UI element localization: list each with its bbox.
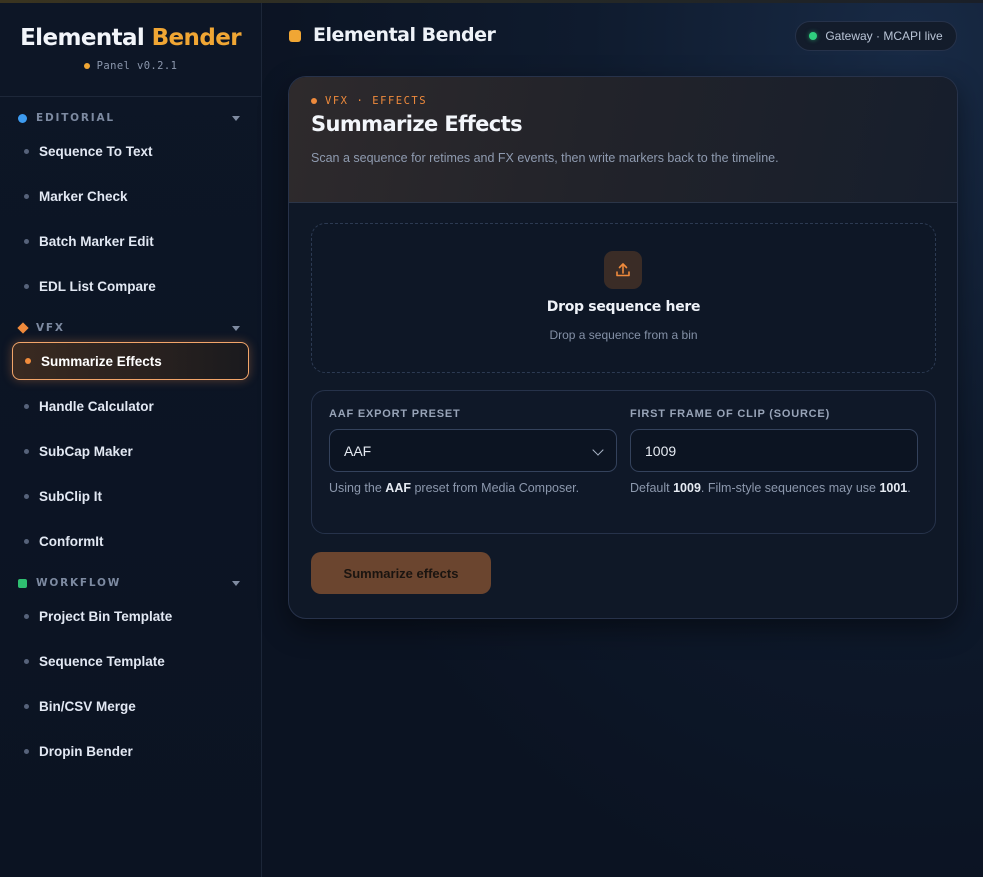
aaf-preset-value: AAF: [344, 442, 372, 459]
bullet-icon: [24, 403, 29, 409]
chevron-down-icon: [592, 444, 604, 456]
live-status-dot-icon: [809, 32, 818, 40]
chevron-down-icon[interactable]: [232, 580, 240, 586]
help-text: . Film-style sequences may use: [700, 481, 876, 495]
gateway-status-text: Gateway · MCAPI live: [825, 29, 943, 43]
sidebar-item-label: Dropin Bender: [39, 743, 133, 759]
first-frame-label: FIRST FRAME OF CLIP (SOURCE): [630, 408, 831, 420]
chevron-down-icon[interactable]: [232, 325, 240, 331]
sidebar-item-marker-check[interactable]: Marker Check: [12, 177, 249, 215]
first-frame-input[interactable]: 1009: [630, 429, 918, 472]
help-text: Using the: [329, 481, 382, 495]
drop-zone-subtitle: Drop a sequence from a bin: [549, 328, 698, 342]
bullet-icon: [24, 538, 29, 544]
bullet-icon: [24, 193, 29, 199]
sidebar-item-handle-calculator[interactable]: Handle Calculator: [12, 387, 249, 425]
app-square-icon: [289, 30, 301, 42]
sidebar-item-sequence-to-text[interactable]: Sequence To Text: [12, 132, 249, 170]
chevron-down-icon[interactable]: [232, 115, 240, 121]
brand-block: Elemental Bender Panel v0.2.1: [0, 3, 261, 97]
sequence-drop-zone[interactable]: Drop sequence here Drop a sequence from …: [311, 223, 936, 373]
help-text: preset from Media Composer.: [414, 481, 580, 495]
breadcrumb-dot-icon: [311, 98, 317, 104]
aaf-preset-help: Using the AAF preset from Media Composer…: [329, 479, 579, 497]
brand-title-accent: Bender: [151, 25, 242, 51]
breadcrumb-page: EFFECTS: [372, 95, 428, 107]
section-label-editorial: EDITORIAL: [36, 112, 115, 124]
brand-version: Panel v0.2.1: [0, 60, 261, 72]
brand-version-text: Panel v0.2.1: [96, 60, 178, 72]
brand-title: Elemental Bender: [0, 25, 261, 51]
bullet-icon: [24, 238, 29, 244]
aaf-preset-select[interactable]: AAF: [329, 429, 617, 472]
bullet-icon: [24, 703, 29, 709]
first-frame-value: 1009: [645, 442, 677, 459]
version-dot-icon: [83, 63, 90, 69]
brand-title-main: Elemental: [20, 25, 145, 51]
bullet-icon: [24, 613, 29, 619]
sidebar: Elemental Bender Panel v0.2.1 EDITORIAL …: [0, 3, 262, 877]
sidebar-item-label: ConformIt: [39, 533, 104, 549]
vfx-diamond-icon: [17, 322, 29, 334]
section-header-editorial[interactable]: EDITORIAL: [0, 108, 262, 128]
sidebar-item-label: EDL List Compare: [39, 278, 156, 294]
sidebar-item-bin-csv-merge[interactable]: Bin/CSV Merge: [12, 687, 249, 725]
section-label-workflow: WORKFLOW: [36, 577, 122, 589]
help-text: .: [907, 481, 911, 495]
upload-icon: [604, 251, 642, 289]
sidebar-item-label: Sequence To Text: [39, 143, 153, 159]
help-bold: 1001: [879, 481, 908, 495]
first-frame-help: Default 1009. Film-style sequences may u…: [630, 479, 920, 497]
bullet-icon: [24, 493, 29, 499]
bullet-icon: [24, 748, 29, 754]
sidebar-item-label: SubCap Maker: [39, 443, 133, 459]
section-header-vfx[interactable]: VFX: [0, 318, 262, 338]
tool-title: Summarize Effects: [311, 112, 523, 136]
bullet-icon: [24, 448, 29, 454]
parameters-panel: AAF EXPORT PRESET AAF Using the AAF pres…: [311, 390, 936, 534]
tool-card: VFX · EFFECTS Summarize Effects Scan a s…: [288, 76, 958, 619]
section-label-vfx: VFX: [36, 322, 65, 334]
sidebar-item-summarize-effects[interactable]: Summarize Effects: [12, 342, 249, 380]
bullet-icon: [24, 148, 29, 154]
sidebar-item-edl-list-compare[interactable]: EDL List Compare: [12, 267, 249, 305]
sidebar-item-dropin-bender[interactable]: Dropin Bender: [12, 732, 249, 770]
drop-zone-title: Drop sequence here: [546, 299, 701, 315]
summarize-effects-button[interactable]: Summarize effects: [311, 552, 491, 594]
help-bold: 1009: [673, 481, 701, 495]
breadcrumb-section: VFX: [325, 95, 349, 107]
sidebar-item-label: Bin/CSV Merge: [39, 698, 136, 714]
breadcrumb: VFX · EFFECTS: [311, 95, 427, 107]
sidebar-item-sequence-template[interactable]: Sequence Template: [12, 642, 249, 680]
section-header-workflow[interactable]: WORKFLOW: [0, 573, 262, 593]
bullet-icon: [24, 283, 29, 289]
bullet-icon: [24, 658, 29, 664]
sidebar-item-label: Summarize Effects: [41, 353, 162, 369]
sidebar-item-label: Marker Check: [39, 188, 128, 204]
breadcrumb-separator: ·: [356, 95, 365, 107]
help-text: Default: [630, 481, 670, 495]
aaf-preset-label: AAF EXPORT PRESET: [329, 408, 461, 420]
main-panel: Elemental Bender Gateway · MCAPI live VF…: [262, 3, 983, 877]
sidebar-item-batch-marker-edit[interactable]: Batch Marker Edit: [12, 222, 249, 260]
sidebar-item-conformit[interactable]: ConformIt: [12, 522, 249, 560]
bullet-icon: [25, 358, 31, 364]
tool-description: Scan a sequence for retimes and FX event…: [311, 151, 779, 165]
workflow-square-icon: [18, 578, 27, 588]
page-title: Elemental Bender: [313, 24, 496, 46]
tool-card-header: VFX · EFFECTS Summarize Effects Scan a s…: [289, 77, 957, 203]
sidebar-item-subcap-maker[interactable]: SubCap Maker: [12, 432, 249, 470]
editorial-dot-icon: [18, 113, 27, 123]
sidebar-item-label: Project Bin Template: [39, 608, 173, 624]
sidebar-item-subclip-it[interactable]: SubClip It: [12, 477, 249, 515]
gateway-status-badge: Gateway · MCAPI live: [795, 21, 957, 51]
sidebar-item-label: SubClip It: [39, 488, 102, 504]
sidebar-item-label: Sequence Template: [39, 653, 165, 669]
sidebar-item-label: Handle Calculator: [39, 398, 154, 414]
sidebar-item-label: Batch Marker Edit: [39, 233, 154, 249]
sidebar-item-project-bin-template[interactable]: Project Bin Template: [12, 597, 249, 635]
help-bold: AAF: [385, 481, 411, 495]
